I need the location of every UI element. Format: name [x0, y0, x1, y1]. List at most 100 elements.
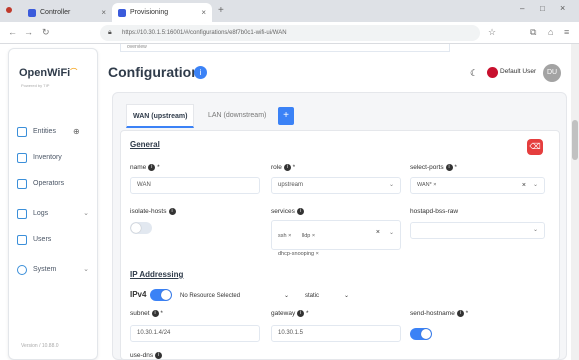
tab-label: Provisioning	[130, 9, 169, 16]
menu-icon[interactable]: ≡	[564, 27, 569, 37]
logo-subtitle: Powered by TIP	[21, 83, 50, 88]
service-chip-dhcp-snooping[interactable]: dhcp-snooping ×	[278, 251, 319, 257]
window-maximize-icon[interactable]: □	[540, 4, 545, 13]
user-name[interactable]: Default User	[500, 68, 536, 75]
tab-label: Controller	[40, 9, 71, 16]
profile-icon[interactable]: ⌂	[548, 27, 553, 37]
chevron-down-icon: ⌄	[388, 182, 394, 188]
browser-tab-provisioning[interactable]: Provisioning ×	[112, 3, 212, 22]
hostapd-bss-raw-select[interactable]: ⌄	[410, 222, 545, 239]
window-close-icon[interactable]: ×	[560, 3, 565, 13]
lock-icon: 🔒︎	[108, 29, 112, 36]
reload-icon[interactable]: ↻	[42, 27, 50, 38]
ipv4-label: IPv4	[130, 290, 147, 299]
info-icon[interactable]: i	[297, 310, 305, 317]
subnet-field[interactable]: 10.30.1.4/24	[130, 325, 260, 342]
browser-address-bar: ← → ↻ 🔒︎ https://10.30.1.5:16001/#/confi…	[0, 22, 579, 44]
toggle-knob	[161, 290, 171, 300]
dark-mode-moon-icon[interactable]: ☾	[470, 68, 478, 79]
window-controls[interactable]	[6, 7, 12, 13]
close-tab-icon[interactable]: ×	[101, 3, 106, 22]
service-chip-ssh[interactable]: ssh ×	[278, 233, 291, 239]
info-icon[interactable]: i	[148, 164, 156, 171]
chevron-down-icon: ⌄	[283, 293, 289, 299]
page-title: Configuration	[108, 64, 200, 80]
send-hostname-toggle[interactable]	[410, 328, 432, 340]
forward-icon[interactable]: →	[24, 27, 33, 37]
services-label: services i	[271, 208, 304, 215]
clear-icon[interactable]: ×	[376, 229, 380, 236]
favicon-icon	[28, 9, 36, 17]
extensions-icon[interactable]: ⧉	[530, 27, 536, 38]
info-icon[interactable]: i	[151, 310, 159, 317]
chevron-down-icon: ⌄	[343, 293, 349, 299]
isolate-hosts-label: isolate-hosts i	[130, 208, 176, 215]
delete-interface-button[interactable]: ⌫	[527, 139, 543, 155]
operators-icon	[17, 179, 27, 189]
info-icon[interactable]: i	[283, 164, 291, 171]
info-icon[interactable]: i	[456, 310, 464, 317]
services-multiselect[interactable]: ssh × lldp × dhcp-snooping × × ⌄	[271, 220, 401, 257]
service-chip-lldp[interactable]: lldp ×	[302, 233, 315, 239]
gateway-label: gateway i *	[271, 310, 309, 318]
url-text: https://10.30.1.5:16001/#/configurations…	[122, 30, 287, 36]
url-field[interactable]: 🔒︎ https://10.30.1.5:16001/#/configurati…	[100, 25, 480, 41]
section-general-heading: General	[130, 140, 160, 149]
language-flag-icon[interactable]	[487, 67, 498, 78]
role-label: role i *	[271, 164, 296, 172]
logs-icon	[17, 209, 27, 219]
sidebar-item-label: Logs	[33, 210, 49, 217]
browser-tab-bar: Controller × Provisioning × + – □ ×	[0, 0, 579, 22]
window-minimize-icon[interactable]: –	[520, 4, 524, 13]
role-select[interactable]: upstream ⌄	[271, 177, 401, 194]
page-scrollbar[interactable]	[571, 44, 579, 360]
sidebar-item-operators[interactable]: Operators	[15, 175, 93, 193]
chevron-down-icon: ⌄	[83, 266, 89, 273]
select-ports-label: select-ports i *	[410, 164, 457, 172]
add-entity-icon[interactable]: ⊕	[73, 123, 80, 141]
sidebar-item-inventory[interactable]: Inventory	[15, 149, 93, 167]
clear-icon[interactable]: ×	[522, 178, 526, 193]
gateway-field[interactable]: 10.30.1.5	[271, 325, 401, 342]
chevron-down-icon: ⌄	[83, 210, 89, 217]
sidebar-item-label: System	[33, 266, 57, 273]
wifi-logo-icon: ⌒	[70, 69, 78, 76]
chevron-down-icon: ⌄	[532, 182, 538, 188]
info-icon[interactable]: i	[194, 66, 207, 79]
add-interface-button[interactable]: +	[278, 107, 294, 125]
bookmark-star-icon[interactable]: ☆	[488, 27, 496, 38]
ipv4-mode-select[interactable]: static ⌄	[305, 289, 355, 303]
resource-select[interactable]: No Resource Selected ⌄	[180, 289, 295, 303]
sidebar-item-label: Inventory	[33, 154, 62, 161]
isolate-hosts-toggle[interactable]	[130, 222, 152, 234]
back-icon[interactable]: ←	[8, 27, 17, 37]
toggle-knob	[131, 223, 141, 233]
tab-wan-upstream[interactable]: WAN (upstream)	[126, 104, 195, 128]
sidebar: OpenWiFi⌒ Powered by TIP Entities ⊕ Inve…	[8, 48, 98, 360]
info-icon[interactable]: i	[296, 208, 304, 215]
info-icon[interactable]: i	[168, 208, 176, 215]
close-tab-icon[interactable]: ×	[201, 3, 206, 22]
chevron-down-icon: ⌄	[532, 227, 538, 233]
sidebar-item-label: Operators	[33, 180, 65, 187]
ipv4-toggle[interactable]	[150, 289, 172, 301]
sidebar-item-logs[interactable]: Logs ⌄	[15, 205, 93, 223]
sidebar-item-entities[interactable]: Entities ⊕	[15, 123, 93, 141]
sidebar-item-system[interactable]: System ⌄	[15, 261, 93, 279]
section-ip-addressing-heading: IP Addressing	[130, 270, 184, 279]
browser-tab-controller[interactable]: Controller ×	[22, 3, 112, 22]
version-text: Version / 10.88.0	[21, 343, 59, 349]
sidebar-item-users[interactable]: Users	[15, 231, 93, 249]
avatar[interactable]: DU	[543, 64, 561, 82]
next-field-label: use-dns i	[130, 352, 163, 359]
info-icon[interactable]: i	[445, 164, 453, 171]
partial-dropdown-top[interactable]: overview	[120, 44, 450, 52]
system-icon	[17, 265, 27, 275]
tab-lan-downstream[interactable]: LAN (downstream)	[202, 104, 272, 128]
subnet-label: subnet i *	[130, 310, 163, 318]
scrollbar-thumb[interactable]	[572, 120, 578, 160]
info-icon[interactable]: i	[155, 352, 163, 359]
name-field[interactable]: WAN	[130, 177, 260, 194]
select-ports-select[interactable]: WAN* × × ⌄	[410, 177, 545, 194]
new-tab-icon[interactable]: +	[218, 5, 224, 16]
